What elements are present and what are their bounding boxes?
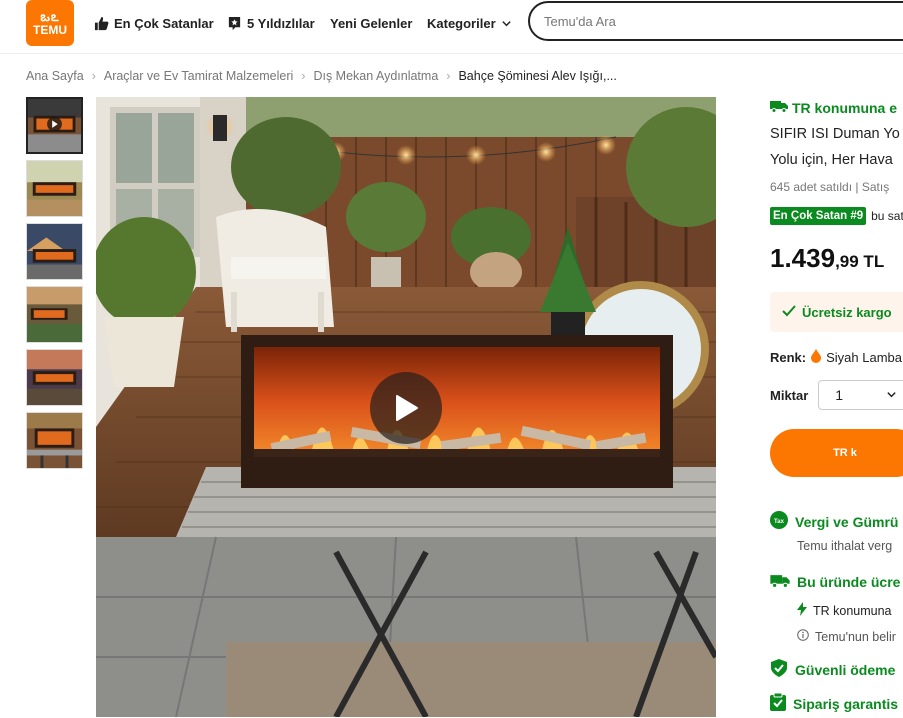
info-note: Temu'nun belir [797,629,896,644]
logo-symbol: ఒఽ [40,8,60,24]
price-fraction: ,99 TL [835,252,885,271]
order-guarantee-text: Sipariş garantis [793,695,899,712]
gallery-thumbnail-video[interactable] [26,97,83,154]
fast-delivery-sub-text: TR konumuna [813,603,892,618]
color-value: Siyah Lamba [826,350,903,365]
tax-title-text: Vergi ve Gümrü [795,513,899,530]
breadcrumb-current: Bahçe Şöminesi Alev Işığı,... [458,69,617,83]
quantity-value: 1 [835,387,844,403]
nav-five-stars-label: 5 Yıldızlılar [247,15,315,31]
checkmark-icon [782,304,796,320]
order-guarantee-title[interactable]: Sipariş garantis [770,692,899,714]
nav-new-arrivals[interactable]: Yeni Gelenler [330,14,412,32]
clipboard-check-icon [770,692,786,714]
svg-text:Tax: Tax [774,519,785,525]
quantity-select[interactable]: 1 [818,380,903,410]
sold-count: 645 adet satıldı | Satış [770,180,890,194]
nav-categories[interactable]: Kategoriler [427,14,512,32]
quantity-label: Miktar [770,387,809,403]
color-selector: Renk: Siyah Lamba [770,349,902,366]
product-title-line-1: SIFIR ISI Duman Yo [770,126,900,142]
info-icon [797,629,809,644]
shipping-location-text: TR konumuna e [792,99,898,116]
tax-info-sub: Temu ithalat verg [797,539,893,553]
quantity-row: Miktar 1 [770,380,903,410]
gallery-thumbnail-4[interactable] [26,286,83,343]
thumbs-up-icon [94,16,109,31]
star-badge-icon [227,16,242,31]
play-icon [393,394,419,422]
fast-delivery-text: Bu üründe ücre [797,574,901,590]
nav-new-arrivals-label: Yeni Gelenler [330,15,413,31]
nav-best-sellers-label: En Çok Satanlar [114,15,214,31]
truck-icon [770,573,790,591]
tax-info-title[interactable]: Tax Vergi ve Gümrü [770,511,898,532]
header: ఒఽ TEMU En Çok Satanlar 5 Yıldızlılar Ye… [0,0,903,54]
breadcrumb-separator: › [446,69,451,83]
best-seller-row: En Çok Satan #9 bu sat [770,207,903,225]
gallery-thumbnail-5[interactable] [26,349,83,406]
secure-payment-text: Güvenli ödeme [795,661,896,678]
product-main-image[interactable] [96,97,716,717]
breadcrumb: Ana Sayfa › Araçlar ve Ev Tamirat Malzem… [26,69,617,83]
free-shipping-label: Ücretsiz kargo [802,304,892,320]
flame-icon [811,349,822,366]
shipping-location: TR konumuna e [770,99,897,116]
video-play-button[interactable] [370,372,442,444]
gallery-thumbnail-3[interactable] [26,223,83,280]
chevron-down-icon [501,18,512,29]
color-label: Renk: [770,350,807,365]
lightning-icon [797,602,807,619]
gallery-thumbnail-6[interactable] [26,412,83,469]
price-main: 1.439 [770,243,836,273]
tax-icon: Tax [770,511,788,532]
best-seller-suffix: bu sat [871,209,903,223]
nav-five-stars[interactable]: 5 Yıldızlılar [227,14,315,32]
product-title-line-2: Yolu için, Her Hava [770,152,893,168]
temu-logo[interactable]: ఒఽ TEMU [26,0,74,46]
shield-check-icon [770,659,788,680]
best-seller-badge[interactable]: En Çok Satan #9 [770,207,867,225]
breadcrumb-tools[interactable]: Araçlar ve Ev Tamirat Malzemeleri [104,69,293,83]
nav-categories-label: Kategoriler [427,15,496,31]
fast-delivery-sub: TR konumuna [797,602,892,619]
breadcrumb-separator: › [91,69,96,83]
search-placeholder: Temu'da Ara [544,13,616,29]
fast-delivery-title[interactable]: Bu üründe ücre [770,573,900,591]
gallery-thumbnail-2[interactable] [26,160,83,217]
nav-best-sellers[interactable]: En Çok Satanlar [94,14,214,32]
free-shipping-box: Ücretsiz kargo [770,292,903,332]
breadcrumb-home[interactable]: Ana Sayfa [26,69,84,83]
search-input[interactable]: Temu'da Ara [528,1,903,41]
breadcrumb-outdoor-lighting[interactable]: Dış Mekan Aydınlatma [313,69,438,83]
price: 1.439,99 TL [770,243,884,274]
truck-icon [770,99,788,116]
breadcrumb-separator: › [301,69,306,83]
chevron-down-icon [886,387,897,403]
info-note-text: Temu'nun belir [815,629,896,644]
secure-payment-title[interactable]: Güvenli ödeme [770,659,895,680]
add-to-cart-button[interactable]: TR k [770,429,903,477]
add-to-cart-label: TR k [833,447,857,459]
logo-text: TEMU [33,22,67,37]
